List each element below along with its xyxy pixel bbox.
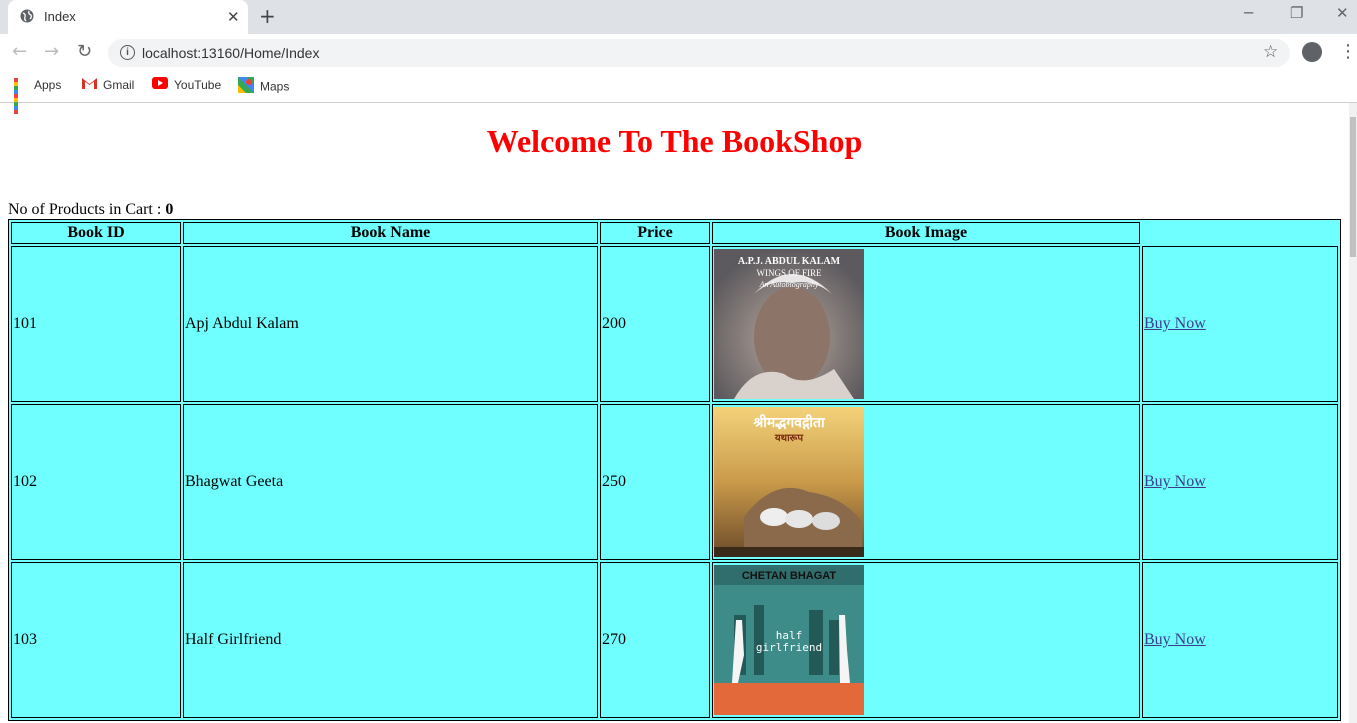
cover-subtitle: An Autobiography — [759, 280, 819, 289]
book-name-cell: Apj Abdul Kalam — [183, 246, 598, 402]
profile-avatar-icon[interactable] — [1302, 42, 1322, 62]
book-price-cell: 200 — [600, 246, 710, 402]
bookmark-label: Gmail — [103, 77, 135, 92]
cover-subtitle: girlfriend — [756, 641, 822, 654]
action-cell: Buy Now — [1142, 246, 1338, 402]
apps-grid-icon — [14, 77, 28, 114]
column-header-book-name: Book Name — [183, 222, 598, 244]
bookmark-youtube[interactable]: YouTube — [152, 77, 221, 92]
browser-toolbar: ← → ↻ i localhost:13160/Home/Index ☆ ⋮ — [0, 34, 1357, 70]
action-cell: Buy Now — [1142, 404, 1338, 560]
cart-count: 0 — [165, 201, 174, 218]
bookmark-star-icon[interactable]: ☆ — [1263, 42, 1278, 62]
book-name-cell: Bhagwat Geeta — [183, 404, 598, 560]
bookmark-label: Maps — [260, 79, 290, 94]
url-text[interactable]: localhost:13160/Home/Index — [142, 45, 319, 61]
new-tab-icon[interactable]: + — [259, 4, 276, 28]
reload-icon[interactable]: ↻ — [77, 41, 92, 62]
window-close-icon[interactable]: ✕ — [1336, 4, 1349, 22]
tab-title: Index — [44, 9, 76, 24]
maps-icon — [238, 77, 254, 96]
table-header-row: Book ID Book Name Price Book Image — [11, 222, 1338, 244]
book-cover-image: A.P.J. ABDUL KALAM WINGS OF FIRE An Auto… — [714, 249, 864, 399]
book-price-cell: 250 — [600, 404, 710, 560]
bookmarks-bar: Apps Gmail YouTube Maps — [0, 70, 1357, 114]
cover-title: WINGS OF FIRE — [756, 268, 822, 278]
action-cell: Buy Now — [1142, 562, 1338, 718]
back-icon[interactable]: ← — [12, 41, 27, 62]
book-image-cell: श्रीमद्भगवद्गीता यथारूप — [712, 404, 1140, 560]
books-table: Book ID Book Name Price Book Image 101 A… — [8, 219, 1341, 721]
table-row: 101 Apj Abdul Kalam 200 A.P.J. ABDUL KAL… — [11, 246, 1338, 402]
table-row: 102 Bhagwat Geeta 250 श्रीमद्भगवद्गीता य… — [11, 404, 1338, 560]
bookmark-apps[interactable]: Apps — [14, 77, 62, 114]
forward-icon[interactable]: → — [44, 41, 59, 62]
bookmark-label: YouTube — [174, 77, 222, 92]
restore-icon[interactable]: ❐ — [1290, 4, 1303, 22]
bookmark-label: Apps — [34, 77, 62, 92]
column-header-action — [1142, 222, 1338, 244]
buy-now-link[interactable]: Buy Now — [1144, 473, 1206, 490]
scrollbar-thumb[interactable] — [1350, 117, 1356, 257]
buy-now-link[interactable]: Buy Now — [1144, 315, 1206, 332]
page-title: Welcome To The BookShop — [486, 123, 863, 159]
table-row: 103 Half Girlfriend 270 CHETAN BHAGAT ha… — [11, 562, 1338, 718]
bookmark-gmail[interactable]: Gmail — [82, 77, 134, 92]
book-id-cell: 101 — [11, 246, 181, 402]
book-cover-image: CHETAN BHAGAT half girlfriend — [714, 565, 864, 715]
gmail-icon — [82, 77, 97, 92]
menu-icon[interactable]: ⋮ — [1339, 41, 1357, 62]
book-price-cell: 270 — [600, 562, 710, 718]
address-bar[interactable]: i localhost:13160/Home/Index ☆ — [108, 39, 1290, 67]
book-image-cell: CHETAN BHAGAT half girlfriend — [712, 562, 1140, 718]
cart-label: No of Products in Cart : — [8, 201, 166, 218]
column-header-book-id: Book ID — [11, 222, 181, 244]
youtube-icon — [152, 77, 168, 92]
column-header-price: Price — [600, 222, 710, 244]
close-tab-icon[interactable]: ✕ — [227, 8, 240, 26]
cover-title: श्रीमद्भगवद्गीता — [752, 414, 826, 431]
book-id-cell: 103 — [11, 562, 181, 718]
tab-strip: Index ✕ + ─ ❐ ✕ — [0, 0, 1357, 34]
book-name-cell: Half Girlfriend — [183, 562, 598, 718]
cover-author: A.P.J. ABDUL KALAM — [738, 256, 841, 267]
cart-summary: No of Products in Cart : 0 — [8, 201, 173, 219]
buy-now-link[interactable]: Buy Now — [1144, 631, 1206, 648]
book-id-cell: 102 — [11, 404, 181, 560]
book-cover-image: श्रीमद्भगवद्गीता यथारूप — [714, 407, 864, 557]
minimize-icon[interactable]: ─ — [1244, 4, 1253, 22]
globe-icon — [20, 9, 34, 28]
cover-subtitle: यथारूप — [774, 433, 805, 444]
info-icon[interactable]: i — [120, 45, 135, 60]
bookmark-maps[interactable]: Maps — [238, 77, 289, 96]
cover-author: CHETAN BHAGAT — [742, 570, 837, 582]
column-header-book-image: Book Image — [712, 222, 1140, 244]
browser-tab[interactable]: Index ✕ — [8, 0, 248, 34]
page-viewport: Welcome To The BookShop No of Products i… — [0, 103, 1349, 723]
book-image-cell: A.P.J. ABDUL KALAM WINGS OF FIRE An Auto… — [712, 246, 1140, 402]
vertical-scrollbar[interactable] — [1349, 103, 1357, 723]
